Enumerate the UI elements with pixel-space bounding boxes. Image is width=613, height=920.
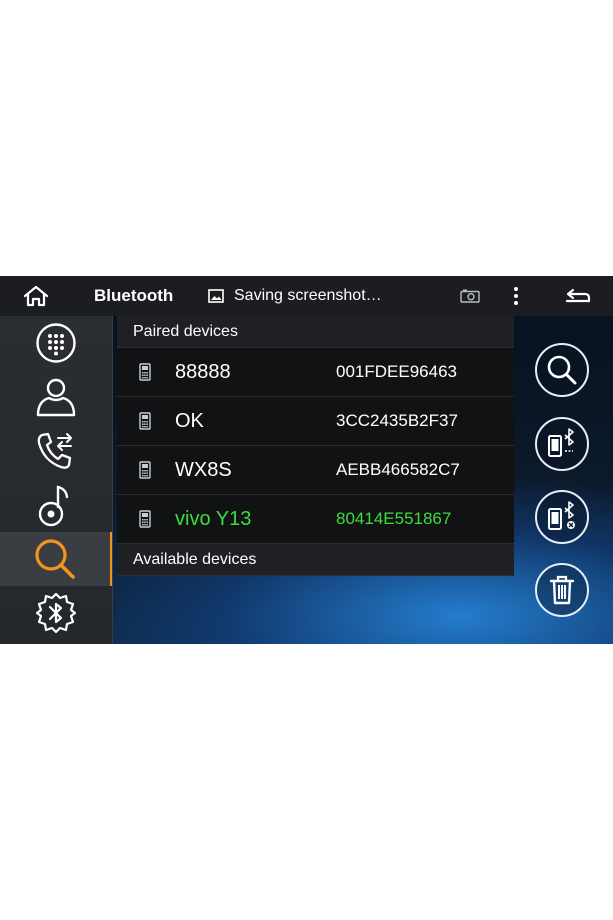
device-address: 80414E551867 [336,509,452,528]
delete-button[interactable] [535,563,589,617]
disconnect-phone-icon [548,501,575,530]
phone-icon [139,461,151,479]
home-icon [23,285,49,307]
nav-bluetooth-settings[interactable] [0,586,112,640]
app-title: Bluetooth [94,286,174,305]
phone-icon [139,412,151,430]
image-icon [207,276,225,316]
device-row[interactable]: OK 3CC2435B2F37 [117,397,514,446]
device-address: 3CC2435B2F37 [336,411,458,430]
bluetooth-screen: Bluetooth Saving screenshot… Paired devi… [0,276,613,644]
delete-icon [549,575,575,605]
available-devices-header: Available devices [117,544,514,576]
connect-phone-icon [548,428,574,457]
nav-music[interactable] [0,478,112,532]
call-transfer-icon [37,432,72,469]
music-note-icon [38,485,69,527]
main-area: Paired devices 88888 001FDEE96463 OK 3CC… [0,316,613,644]
contact-icon [36,378,76,417]
notification-text: Saving screenshot… [234,287,382,304]
back-button[interactable] [560,276,596,316]
disconnect-button[interactable] [535,490,589,544]
phone-icon [139,510,151,528]
device-list: Paired devices 88888 001FDEE96463 OK 3CC… [117,316,514,576]
screenshot-button[interactable] [458,276,482,316]
back-icon [565,288,591,303]
overflow-menu-icon [514,287,518,305]
nav-dialpad[interactable] [0,316,112,370]
bluetooth-gear-icon [35,592,77,634]
device-name: WX8S [175,458,232,481]
device-address: AEBB466582C7 [336,460,460,479]
device-row-connected[interactable]: vivo Y13 80414E551867 [117,495,514,544]
status-bar: Bluetooth Saving screenshot… [0,276,613,316]
search-devices-button[interactable] [535,343,589,397]
screenshot-camera-icon [460,289,480,303]
device-row[interactable]: WX8S AEBB466582C7 [117,446,514,495]
left-nav [0,316,113,644]
overflow-menu-button[interactable] [506,276,526,316]
device-name: OK [175,409,204,432]
nav-contacts[interactable] [0,370,112,424]
dialpad-icon [36,323,76,363]
phone-icon [139,363,151,381]
device-address: 001FDEE96463 [336,362,457,381]
nav-search[interactable] [0,532,112,586]
home-button[interactable] [18,276,54,316]
search-icon [35,539,75,579]
paired-devices-header: Paired devices [117,316,514,348]
device-row[interactable]: 88888 001FDEE96463 [117,348,514,397]
device-name: vivo Y13 [175,507,252,530]
device-name: 88888 [175,360,231,383]
search-devices-icon [547,355,577,385]
nav-call-log[interactable] [0,424,112,478]
connect-button[interactable] [535,417,589,471]
